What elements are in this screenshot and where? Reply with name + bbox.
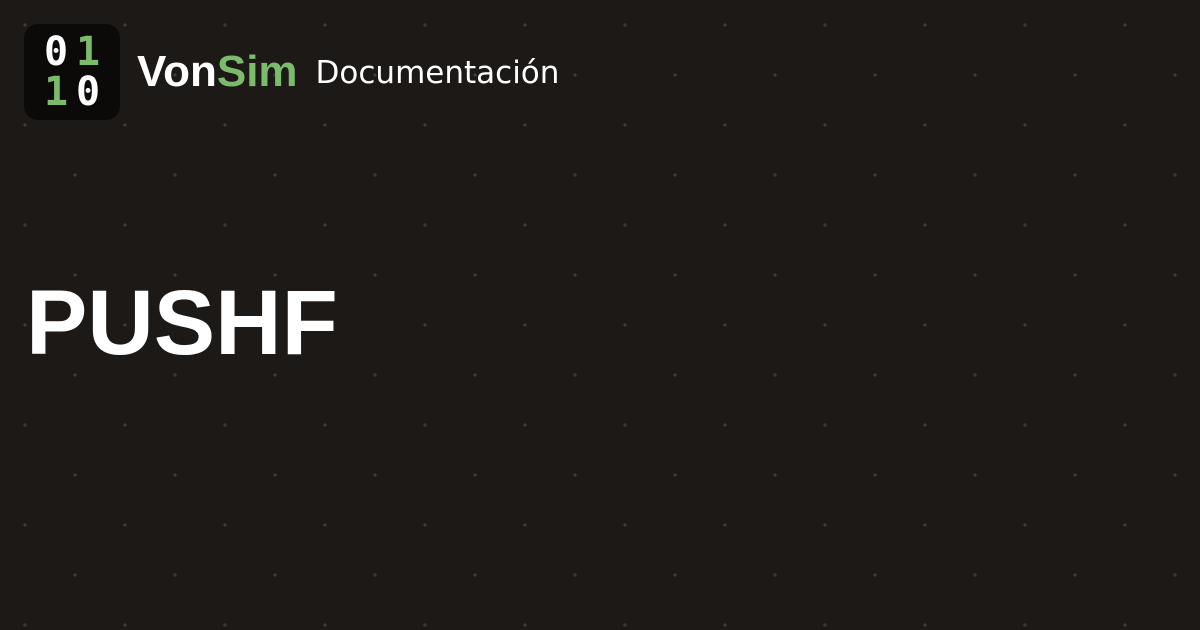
- brand-name-von: Von: [137, 47, 217, 96]
- page-title: PUSHF: [26, 272, 338, 374]
- site-header: 0 1 1 0 Von Sim Documentación: [24, 24, 559, 120]
- brand-name-sim: Sim: [216, 47, 298, 96]
- logo-bit: 1: [75, 29, 101, 75]
- logo-bit: 1: [43, 69, 69, 115]
- logo-bit: 0: [43, 29, 69, 75]
- brand-name: Von Sim: [137, 47, 298, 97]
- logo-bit: 0: [75, 69, 101, 115]
- site-subtitle: Documentación: [315, 55, 560, 91]
- vonsim-logo: 0 1 1 0: [24, 24, 120, 120]
